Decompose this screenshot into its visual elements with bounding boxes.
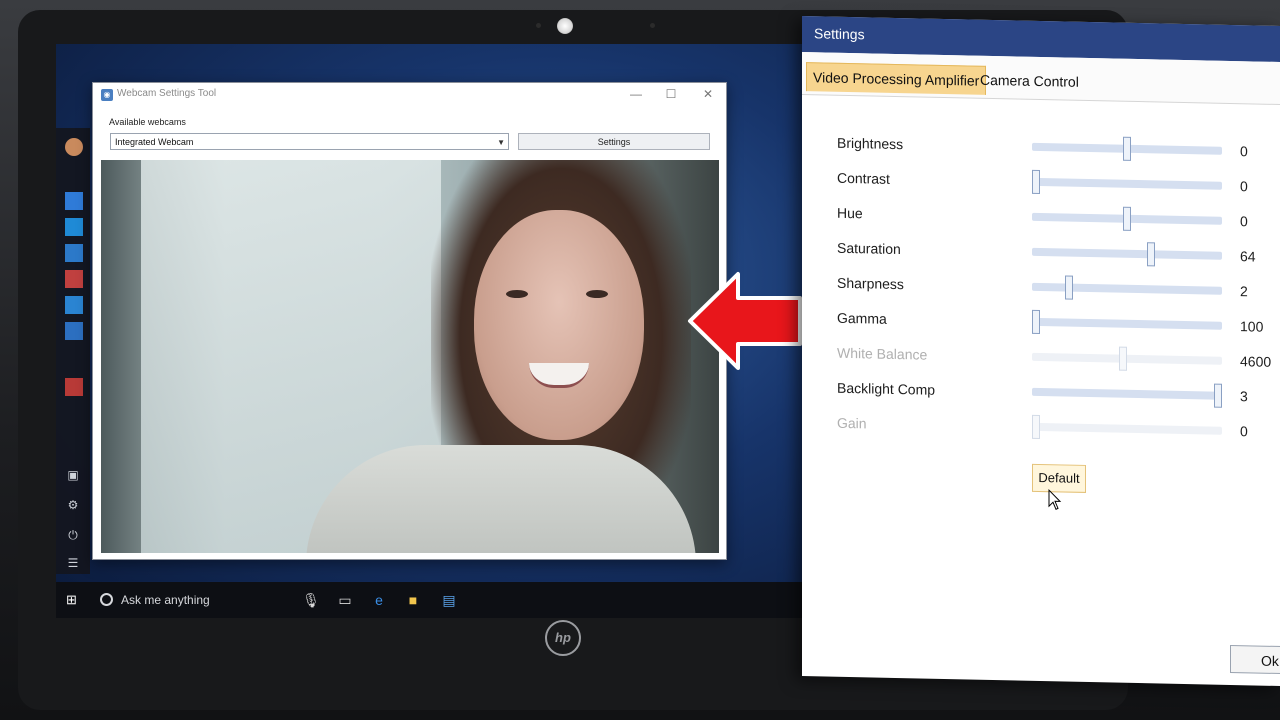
app-tile-icon[interactable] — [65, 244, 83, 262]
slider-track[interactable] — [1032, 169, 1222, 194]
slider-thumb[interactable] — [1032, 169, 1040, 194]
search-text: Ask me anything — [121, 593, 210, 607]
control-value: 0 — [1240, 423, 1248, 440]
control-row: Brightness 0 — [802, 128, 1280, 168]
control-value: 0 — [1240, 143, 1248, 160]
slider-track — [1032, 414, 1222, 439]
red-arrow-icon — [688, 272, 802, 370]
settings-dialog: Settings Video Processing Amplifier Came… — [802, 16, 1280, 687]
close-icon[interactable]: ✕ — [697, 86, 719, 102]
control-label: Gamma — [837, 309, 887, 327]
preview-shirt — [306, 445, 696, 553]
webcam-settings-tool-window: ◉ Webcam Settings Tool — ☐ ✕ Available w… — [92, 82, 727, 560]
control-label: Sharpness — [837, 274, 904, 293]
cortana-search-box[interactable]: Ask me anything — [94, 589, 294, 611]
user-avatar-icon[interactable] — [65, 138, 83, 156]
slider-thumb[interactable] — [1123, 206, 1131, 231]
control-value: 0 — [1240, 213, 1248, 230]
all-apps-icon[interactable]: ☰ — [66, 556, 80, 570]
control-label: Gain — [837, 414, 867, 432]
app-tile-icon[interactable] — [65, 192, 83, 210]
slider-track[interactable] — [1032, 242, 1222, 267]
dropdown-arrow-icon[interactable]: ▼ — [497, 134, 505, 151]
minimize-icon[interactable]: — — [625, 86, 647, 102]
slider-thumb[interactable] — [1214, 383, 1222, 408]
control-row: Sharpness 2 — [802, 268, 1280, 308]
webcam-lens-icon — [557, 18, 573, 34]
control-value: 4600 — [1240, 353, 1272, 370]
control-label: Backlight Comp — [837, 379, 936, 398]
windows-start-icon[interactable]: ⊞ — [66, 593, 80, 607]
available-webcams-label: Available webcams — [109, 117, 186, 127]
slider-track[interactable] — [1032, 206, 1222, 231]
dialog-tabs: Video Processing Amplifier Camera Contro… — [802, 52, 1280, 106]
control-row: Backlight Comp 3 — [802, 373, 1280, 413]
slider-track[interactable] — [1032, 309, 1222, 334]
slider-thumb[interactable] — [1032, 309, 1040, 334]
control-value: 2 — [1240, 283, 1248, 300]
slider-thumb[interactable] — [1065, 275, 1073, 300]
file-explorer-icon[interactable]: ■ — [404, 591, 422, 609]
photo-icon[interactable]: ▣ — [66, 468, 80, 482]
app-tile-icon[interactable] — [65, 218, 83, 236]
preview-eye — [586, 290, 608, 298]
app-icon: ◉ — [101, 89, 113, 101]
control-label: Brightness — [837, 134, 904, 153]
app-tile-icon[interactable] — [65, 322, 83, 340]
settings-button[interactable]: Settings — [518, 133, 710, 150]
sensor-dot — [536, 23, 541, 28]
webcam-preview — [101, 160, 719, 553]
control-row: White Balance 4600 — [802, 338, 1280, 378]
webcam-select[interactable]: Integrated Webcam ▼ — [110, 133, 509, 150]
tab-camera-control[interactable]: Camera Control — [974, 66, 1085, 96]
slider-track[interactable] — [1032, 136, 1222, 161]
control-value: 0 — [1240, 178, 1248, 195]
tab-video-processing-amplifier[interactable]: Video Processing Amplifier — [806, 62, 987, 95]
maximize-icon[interactable]: ☐ — [660, 86, 682, 102]
dialog-title: Settings — [814, 25, 865, 43]
slider-track — [1032, 346, 1222, 371]
slider-thumb — [1032, 414, 1040, 439]
hp-logo-icon: hp — [545, 620, 581, 656]
control-label: White Balance — [837, 344, 928, 363]
slider-thumb[interactable] — [1123, 136, 1131, 161]
store-icon[interactable]: ▤ — [440, 591, 458, 609]
control-label: Saturation — [837, 239, 901, 258]
window-title: Webcam Settings Tool — [117, 88, 217, 99]
power-icon[interactable]: ⏻ — [66, 528, 80, 542]
control-label: Hue — [837, 204, 863, 222]
preview-face — [474, 210, 644, 440]
slider-track[interactable] — [1032, 275, 1222, 300]
start-menu-sidebar: ▣ ⚙ ⏻ ☰ — [56, 128, 90, 574]
window-titlebar[interactable]: ◉ Webcam Settings Tool — ☐ ✕ — [93, 83, 726, 107]
webcam-select-value: Integrated Webcam — [115, 137, 194, 147]
slider-thumb[interactable] — [1147, 242, 1155, 267]
preview-eye — [506, 290, 528, 298]
control-label: Contrast — [837, 169, 890, 187]
control-row: Saturation 64 — [802, 233, 1280, 273]
cortana-icon — [100, 593, 113, 607]
taskbar: ⊞ Ask me anything 🎙 ▭ e ■ ▤ — [56, 582, 816, 618]
mouse-cursor-icon — [1048, 489, 1062, 510]
control-row: Gamma 100 — [802, 303, 1280, 343]
control-value: 64 — [1240, 248, 1256, 265]
control-value: 3 — [1240, 388, 1248, 405]
app-tile-icon[interactable] — [65, 270, 83, 288]
slider-track[interactable] — [1032, 383, 1222, 408]
task-view-icon[interactable]: ▭ — [336, 591, 354, 609]
control-row: Contrast 0 — [802, 163, 1280, 203]
app-tile-icon[interactable] — [65, 296, 83, 314]
microphone-icon[interactable]: 🎙 — [302, 591, 320, 609]
edge-browser-icon[interactable]: e — [370, 591, 388, 609]
ok-button[interactable]: Ok — [1230, 644, 1280, 675]
control-row: Hue 0 — [802, 198, 1280, 238]
slider-thumb — [1119, 346, 1127, 371]
app-tile-icon[interactable] — [65, 378, 83, 396]
control-value: 100 — [1240, 318, 1264, 335]
control-row: Gain 0 — [802, 408, 1280, 448]
sensor-dot — [650, 23, 655, 28]
settings-gear-icon[interactable]: ⚙ — [66, 498, 80, 512]
